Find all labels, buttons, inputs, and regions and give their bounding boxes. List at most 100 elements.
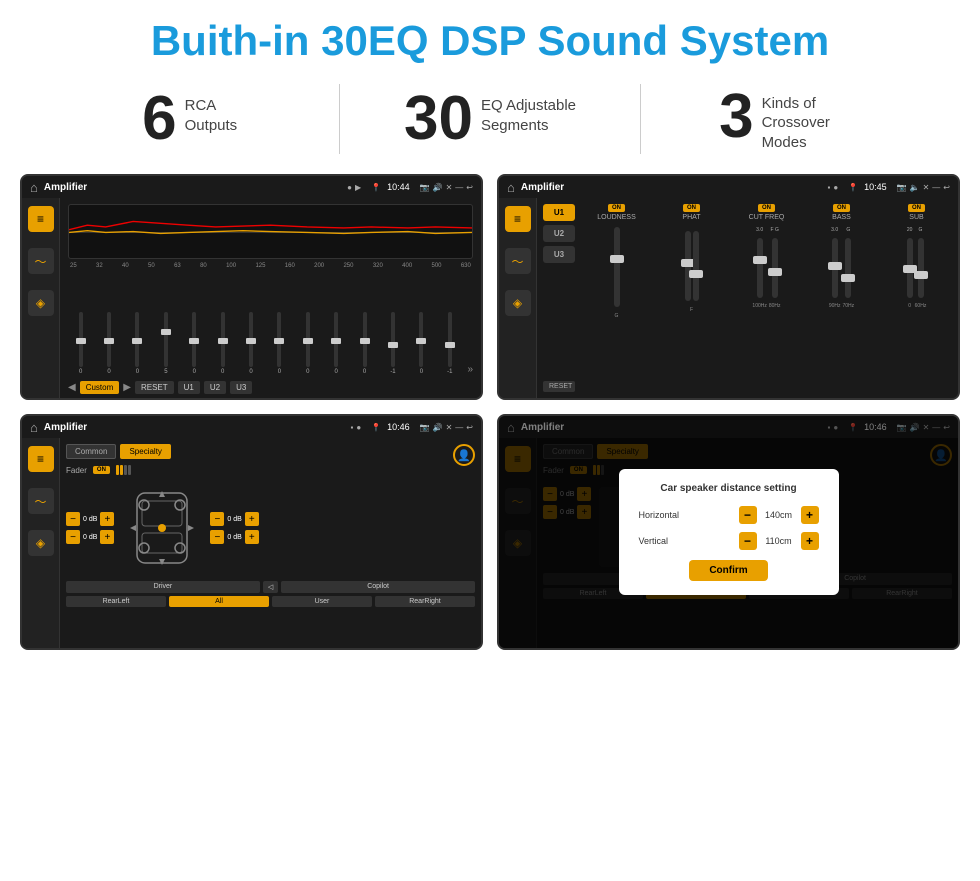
- tl-plus-btn[interactable]: +: [100, 512, 114, 526]
- custom-btn[interactable]: Custom: [80, 381, 120, 394]
- bass-slider-1[interactable]: [832, 238, 838, 298]
- next-arrow[interactable]: ▶: [123, 382, 131, 393]
- tl-minus-btn[interactable]: −: [66, 512, 80, 526]
- phat-slider-2[interactable]: [693, 231, 699, 301]
- center-nav-btn[interactable]: ◁: [263, 581, 278, 593]
- user-icon[interactable]: 👤: [453, 444, 475, 466]
- prev-arrow[interactable]: ◀: [68, 382, 76, 393]
- eq-slider-12[interactable]: 0: [409, 312, 434, 375]
- rearleft-btn[interactable]: RearLeft: [66, 596, 166, 607]
- fader-on-btn[interactable]: ON: [93, 466, 110, 474]
- tab-common[interactable]: Common: [66, 444, 116, 459]
- eq-slider-5[interactable]: 0: [210, 312, 235, 375]
- wave-icon-2[interactable]: 〜: [505, 248, 531, 274]
- speaker-icon-3[interactable]: ◈: [28, 530, 54, 556]
- specialty-main: Common Specialty Fader ON: [60, 438, 481, 648]
- back-icon-3[interactable]: ↩: [466, 423, 473, 432]
- home-icon-3[interactable]: ⌂: [30, 420, 38, 435]
- eq-slider-6[interactable]: 0: [238, 312, 263, 375]
- stats-row: 6 RCAOutputs 30 EQ AdjustableSegments 3 …: [0, 74, 980, 174]
- eq-slider-9[interactable]: 0: [324, 312, 349, 375]
- time-3: 10:46: [387, 422, 410, 432]
- eq-slider-2[interactable]: 0: [125, 312, 150, 375]
- tr-plus-btn[interactable]: +: [245, 512, 259, 526]
- stat-eq: 30 EQ AdjustableSegments: [360, 88, 619, 150]
- bl-plus-btn[interactable]: +: [100, 530, 114, 544]
- eq-icon[interactable]: ≡: [28, 206, 54, 232]
- bass-slider-2[interactable]: [845, 238, 851, 298]
- home-icon-1[interactable]: ⌂: [30, 180, 38, 195]
- minimize-icon-1[interactable]: —: [455, 183, 463, 192]
- loudness-on[interactable]: ON: [608, 204, 625, 212]
- cutfreq-on[interactable]: ON: [758, 204, 775, 212]
- vertical-plus-btn[interactable]: +: [801, 532, 819, 550]
- loudness-slider[interactable]: [614, 227, 620, 307]
- u2-btn[interactable]: U2: [204, 381, 226, 394]
- eq-icon-3[interactable]: ≡: [28, 446, 54, 472]
- eq-slider-0[interactable]: 0: [68, 312, 93, 375]
- stat-divider-2: [640, 84, 641, 154]
- back-icon-1[interactable]: ↩: [466, 183, 473, 192]
- vertical-minus-btn[interactable]: −: [739, 532, 757, 550]
- close-icon-2[interactable]: ✕: [923, 183, 930, 192]
- eq-slider-11[interactable]: -1: [380, 312, 405, 375]
- bass-on[interactable]: ON: [833, 204, 850, 212]
- cutfreq-slider-2[interactable]: [772, 238, 778, 298]
- eq-slider-4[interactable]: 0: [182, 312, 207, 375]
- amp-reset-btn[interactable]: RESET: [543, 381, 575, 392]
- preset-u3[interactable]: U3: [543, 246, 575, 263]
- eq-freq-labels: 253240 506380 100125160 200250320 400500…: [68, 263, 473, 269]
- cutfreq-slider-1[interactable]: [757, 238, 763, 298]
- wave-icon-3[interactable]: 〜: [28, 488, 54, 514]
- phat-slider-1[interactable]: [685, 231, 691, 301]
- screenshots-grid: ⌂ Amplifier ● ▶ 📍 10:44 📷 🔊 ✕ — ↩ ≡ 〜 ◈: [0, 174, 980, 670]
- horizontal-plus-btn[interactable]: +: [801, 506, 819, 524]
- close-icon-3[interactable]: ✕: [446, 423, 453, 432]
- close-icon-1[interactable]: ✕: [446, 183, 453, 192]
- sub-slider-1[interactable]: [907, 238, 913, 298]
- home-icon-2[interactable]: ⌂: [507, 180, 515, 195]
- eq-controls: ◀ Custom ▶ RESET U1 U2 U3: [68, 381, 473, 394]
- u1-btn[interactable]: U1: [178, 381, 200, 394]
- minimize-icon-3[interactable]: —: [455, 423, 463, 432]
- eq-slider-1[interactable]: 0: [96, 312, 121, 375]
- stat-crossover-number: 3: [719, 86, 753, 148]
- eq-icon-2[interactable]: ≡: [505, 206, 531, 232]
- wave-icon[interactable]: 〜: [28, 248, 54, 274]
- tab-specialty[interactable]: Specialty: [120, 444, 170, 459]
- channel-bass: ON BASS 3.0 90Hz G: [806, 204, 877, 392]
- fader-bars: [116, 465, 131, 475]
- minimize-icon-2[interactable]: —: [932, 183, 940, 192]
- sub-on[interactable]: ON: [908, 204, 925, 212]
- eq-slider-8[interactable]: 0: [295, 312, 320, 375]
- reset-btn[interactable]: RESET: [135, 381, 174, 394]
- eq-slider-3[interactable]: 5: [153, 312, 178, 375]
- preset-u2[interactable]: U2: [543, 225, 575, 242]
- sub-slider-2[interactable]: [918, 238, 924, 298]
- tab-row: Common Specialty: [66, 444, 447, 459]
- bl-minus-btn[interactable]: −: [66, 530, 80, 544]
- speaker-icon[interactable]: ◈: [28, 290, 54, 316]
- driver-btn[interactable]: Driver: [66, 581, 260, 593]
- u3-btn[interactable]: U3: [230, 381, 252, 394]
- horizontal-minus-btn[interactable]: −: [739, 506, 757, 524]
- preset-u1[interactable]: U1: [543, 204, 575, 221]
- user-btn[interactable]: User: [272, 596, 372, 607]
- back-icon-2[interactable]: ↩: [943, 183, 950, 192]
- copilot-btn[interactable]: Copilot: [281, 581, 475, 593]
- expand-arrows[interactable]: »: [465, 364, 473, 375]
- tr-minus-btn[interactable]: −: [210, 512, 224, 526]
- eq-slider-10[interactable]: 0: [352, 312, 377, 375]
- location-icon-2: 📍: [848, 183, 858, 192]
- speaker-icon-2[interactable]: ◈: [505, 290, 531, 316]
- all-btn[interactable]: All: [169, 596, 269, 607]
- rearright-btn[interactable]: RearRight: [375, 596, 475, 607]
- br-minus-btn[interactable]: −: [210, 530, 224, 544]
- eq-slider-7[interactable]: 0: [267, 312, 292, 375]
- confirm-button[interactable]: Confirm: [689, 560, 767, 581]
- phat-on[interactable]: ON: [683, 204, 700, 212]
- eq-slider-13[interactable]: -1: [437, 312, 462, 375]
- channel-phat: ON PHAT F: [656, 204, 727, 392]
- vertical-value: 110cm: [761, 536, 797, 546]
- br-plus-btn[interactable]: +: [245, 530, 259, 544]
